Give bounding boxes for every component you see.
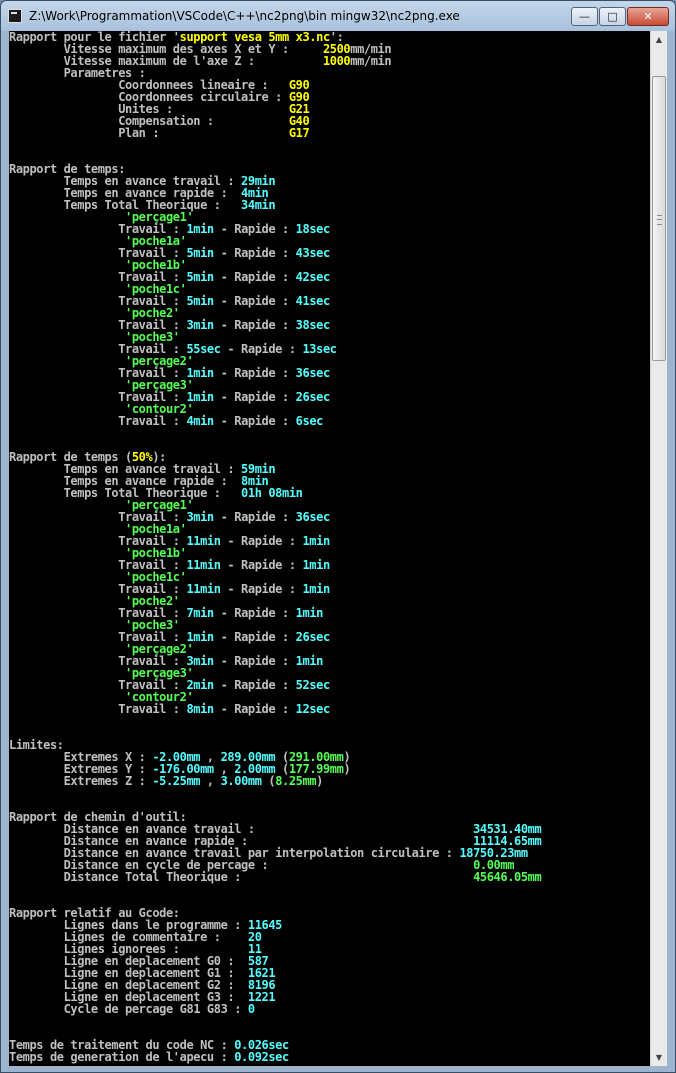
console-text-segment: - Rapide : bbox=[220, 534, 303, 548]
console-text-segment: Cycle de percage G81 G83 : bbox=[9, 1002, 248, 1016]
console-line: Travail : 4min - Rapide : 6sec bbox=[9, 415, 650, 427]
console-text-segment: 52sec bbox=[295, 678, 331, 692]
console-text-segment: 34min bbox=[241, 198, 276, 212]
console-window: Z:\Work\Programmation\VSCode\C++\nc2png\… bbox=[0, 0, 676, 1073]
console-text-segment: 5min bbox=[186, 270, 214, 284]
console-text-segment: 3min bbox=[186, 510, 214, 524]
console-text-segment: 8min bbox=[186, 702, 214, 716]
console-text-segment: 26sec bbox=[295, 390, 331, 404]
console-text: Rapport pour le fichier 'support vesa 5m… bbox=[9, 31, 650, 1063]
console-text-segment: 1min bbox=[302, 558, 330, 572]
console-text-segment: 3.00mm bbox=[220, 774, 262, 788]
console-app-icon[interactable] bbox=[8, 9, 22, 23]
console-text-segment: 1min bbox=[295, 654, 324, 668]
console-text-segment: -5.25mm bbox=[152, 774, 201, 788]
console-text-segment: 18sec bbox=[295, 222, 331, 236]
console-text-segment: 6sec bbox=[295, 414, 324, 428]
console-text-segment: 26sec bbox=[295, 630, 331, 644]
console-text-segment: 1min bbox=[302, 582, 330, 596]
console-text-segment: - Rapide : bbox=[213, 366, 296, 380]
console-line: Travail : 8min - Rapide : 12sec bbox=[9, 703, 650, 715]
console-text-segment: - Rapide : bbox=[213, 390, 296, 404]
console-text-segment: 1min bbox=[295, 606, 324, 620]
console-text-segment: 11min bbox=[186, 558, 221, 572]
console-text-segment: ) bbox=[316, 774, 323, 788]
console-text-segment: Travail : bbox=[9, 702, 187, 716]
console-text-segment: Travail : bbox=[9, 414, 187, 428]
console-text-segment: - Rapide : bbox=[213, 510, 296, 524]
console-line: Distance Total Theorique : 45646.05mm bbox=[9, 871, 650, 883]
console-text-segment: Plan : bbox=[9, 126, 289, 140]
console-text-segment: 0 bbox=[247, 1002, 255, 1016]
console-text-segment: - Rapide : bbox=[213, 630, 296, 644]
console-text-segment: 12sec bbox=[295, 702, 331, 716]
console-text-segment: - Rapide : bbox=[213, 606, 296, 620]
console-text-segment: - Rapide : bbox=[213, 222, 296, 236]
console-text-segment: - Rapide : bbox=[213, 246, 296, 260]
console-text-segment: - Rapide : bbox=[220, 582, 303, 596]
console-text-segment: Distance Total Theorique : bbox=[9, 870, 474, 884]
console-text-segment: 4min bbox=[186, 414, 214, 428]
console-output[interactable]: Rapport pour le fichier 'support vesa 5m… bbox=[9, 31, 650, 1066]
console-text-segment: - Rapide : bbox=[213, 270, 296, 284]
grip-icon bbox=[657, 215, 662, 225]
console-text-segment: , bbox=[200, 774, 221, 788]
console-text-segment: mm/min bbox=[350, 54, 392, 68]
console-text-segment: - Rapide : bbox=[213, 318, 296, 332]
console-text-segment: - Rapide : bbox=[213, 678, 296, 692]
minimize-button[interactable]: — bbox=[571, 7, 598, 26]
console-text-segment: 41sec bbox=[295, 294, 331, 308]
console-text-segment: G17 bbox=[288, 126, 310, 140]
console-text-segment: 1min bbox=[302, 534, 330, 548]
console-text-segment: - Rapide : bbox=[220, 558, 303, 572]
console-text-segment: 7min bbox=[186, 606, 214, 620]
console-text-segment: 5min bbox=[186, 246, 214, 260]
console-text-segment: 36sec bbox=[295, 366, 331, 380]
console-text-segment: 38sec bbox=[295, 318, 331, 332]
console-text-segment: - Rapide : bbox=[213, 294, 296, 308]
arrow-down-icon[interactable]: ▼ bbox=[651, 1049, 667, 1066]
console-text-segment: 45646.05mm bbox=[473, 870, 542, 884]
console-line: Plan : G17 bbox=[9, 127, 650, 139]
console-text-segment: 42sec bbox=[295, 270, 331, 284]
console-line: Extremes Z : -5.25mm , 3.00mm (8.25mm) bbox=[9, 775, 650, 787]
console-text-segment: 0.092sec bbox=[234, 1050, 289, 1064]
console-text-segment: 1000 bbox=[322, 54, 351, 68]
console-line: Cycle de percage G81 G83 : 0 bbox=[9, 1003, 650, 1015]
console-text-segment: 3min bbox=[186, 318, 214, 332]
arrow-up-icon[interactable]: ▲ bbox=[651, 31, 667, 48]
console-text-segment: 36sec bbox=[295, 510, 331, 524]
console-text-segment: 43sec bbox=[295, 246, 331, 260]
console-text-segment: - Rapide : bbox=[220, 342, 303, 356]
vertical-scrollbar[interactable]: ▲ ▼ bbox=[650, 31, 667, 1066]
console-text-segment: ) bbox=[343, 762, 351, 776]
console-text-segment: Extremes Z : bbox=[9, 774, 153, 788]
console-text-segment: - Rapide : bbox=[213, 414, 296, 428]
console-text-segment: 1min bbox=[186, 222, 214, 236]
scrollbar-thumb[interactable] bbox=[652, 76, 666, 361]
console-text-segment: 8.25mm bbox=[275, 774, 317, 788]
console-text-segment: 5min bbox=[186, 294, 214, 308]
title-bar[interactable]: Z:\Work\Programmation\VSCode\C++\nc2png\… bbox=[1, 1, 675, 31]
console-text-segment: 11min bbox=[186, 582, 221, 596]
close-button[interactable]: ✕ bbox=[627, 7, 669, 26]
console-text-segment: 11min bbox=[186, 534, 221, 548]
maximize-button[interactable]: □ bbox=[599, 7, 626, 26]
console-text-segment: ( bbox=[261, 774, 276, 788]
console-text-segment: 01h 08min bbox=[241, 486, 303, 500]
window-title: Z:\Work\Programmation\VSCode\C++\nc2png\… bbox=[29, 9, 460, 23]
console-text-segment: - Rapide : bbox=[213, 702, 296, 716]
console-text-segment: 13sec bbox=[302, 342, 337, 356]
console-text-segment: Temps de generation de l'apecu : bbox=[9, 1050, 235, 1064]
console-line: Temps de generation de l'apecu : 0.092se… bbox=[9, 1051, 650, 1063]
console-text-segment: - Rapide : bbox=[213, 654, 296, 668]
